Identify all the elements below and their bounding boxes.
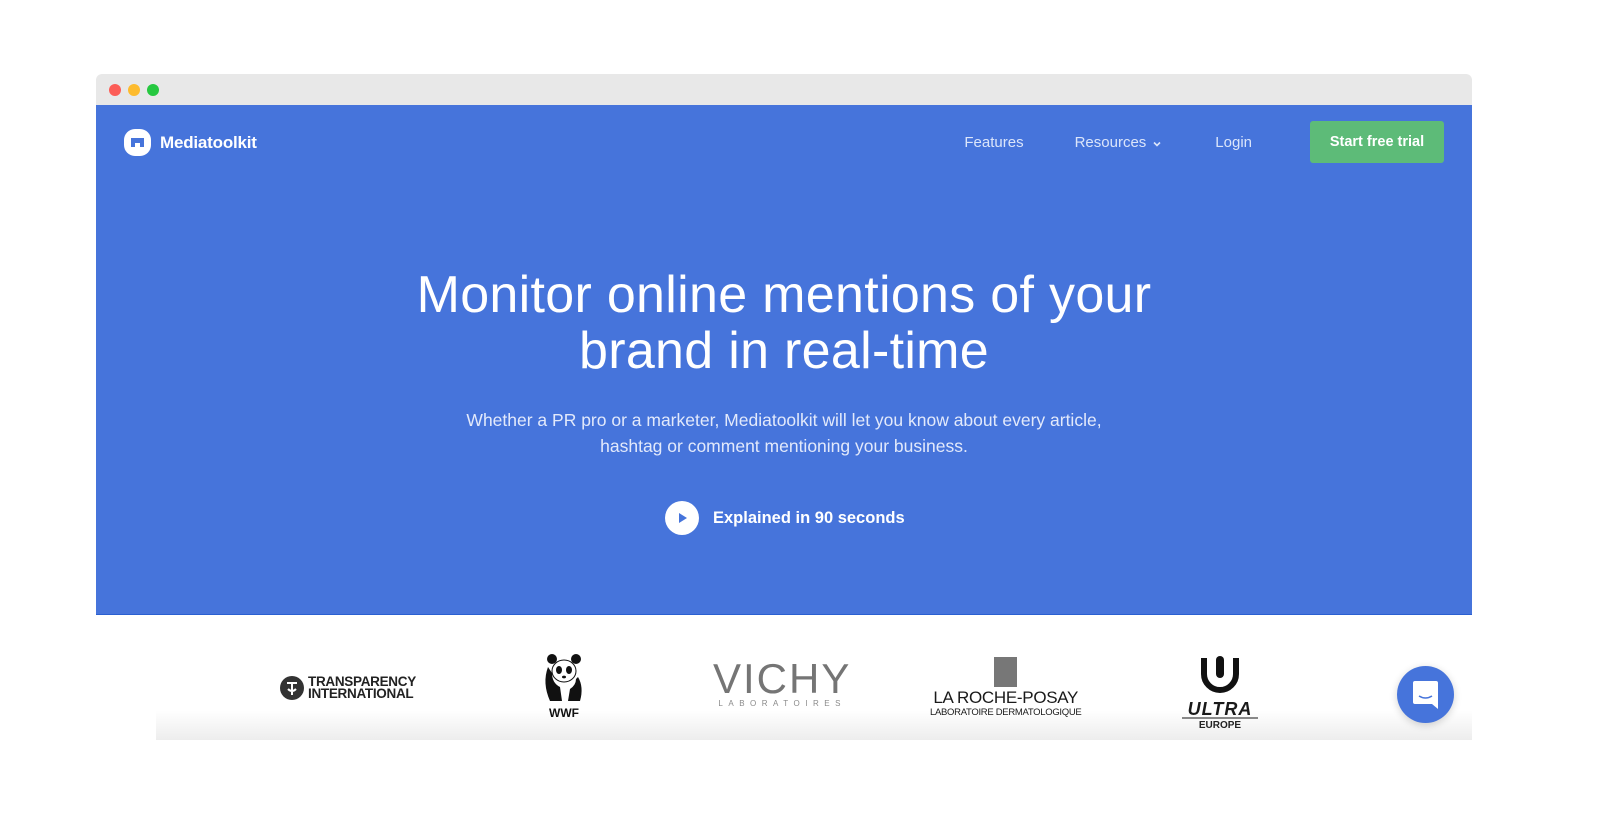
hero-headline-line1: Monitor online mentions of your — [416, 266, 1152, 324]
nav-features[interactable]: Features — [964, 134, 1023, 151]
lrp-wordmark: LA ROCHE-POSAY — [933, 688, 1079, 707]
chat-widget-button[interactable] — [1397, 666, 1454, 723]
maximize-window-button[interactable] — [147, 84, 159, 96]
transparency-globe-icon — [280, 676, 304, 700]
lrp-square-mark — [994, 657, 1018, 687]
explainer-video-link[interactable]: Explained in 90 seconds — [665, 501, 905, 535]
chevron-down-icon — [1153, 134, 1161, 151]
hero-headline-line2: brand in real-time — [578, 322, 990, 380]
logo-vichy: VICHY LABORATOIRES — [713, 655, 852, 709]
ultra-europe-label: EUROPE — [1198, 720, 1242, 731]
nav-resources[interactable]: Resources — [1075, 134, 1162, 151]
play-icon[interactable] — [665, 501, 699, 535]
ti-line2: INTERNATIONAL — [308, 686, 414, 701]
brand-name: Mediatoolkit — [160, 132, 257, 152]
logo-wwf: WWF — [541, 653, 587, 720]
nav-login[interactable]: Login — [1215, 134, 1252, 151]
hero-subtitle-line1: Whether a PR pro or a marketer, Mediatoo… — [466, 410, 1102, 430]
start-free-trial-button[interactable]: Start free trial — [1310, 121, 1444, 163]
minimize-window-button[interactable] — [128, 84, 140, 96]
hero-section: Mediatoolkit Features Resources Login St… — [96, 105, 1472, 615]
nav-resources-label: Resources — [1074, 133, 1147, 151]
logo-ultra-europe: ULTRA EUROPE — [1182, 654, 1258, 731]
client-logos-strip: TRANSPARENCY INTERNATIONAL WWF VICHY LAB… — [96, 615, 1472, 740]
hero-headline: Monitor online mentions of your brand in… — [96, 267, 1472, 379]
hero-subtitle-line2: hashtag or comment mentioning your busin… — [600, 436, 968, 456]
close-window-button[interactable] — [109, 84, 121, 96]
wwf-label: WWF — [549, 706, 579, 720]
hero-subtitle: Whether a PR pro or a marketer, Mediatoo… — [96, 407, 1472, 459]
strip-shadow — [156, 710, 1472, 740]
browser-window: Mediatoolkit Features Resources Login St… — [96, 74, 1472, 740]
lrp-tagline: LABORATOIRE DERMATOLOGIQUE — [930, 707, 1082, 718]
top-nav: Features Resources Login Start free tria… — [964, 121, 1444, 163]
window-titlebar — [96, 74, 1472, 105]
logo-transparency-international: TRANSPARENCY INTERNATIONAL — [279, 675, 416, 701]
vichy-tagline: LABORATOIRES — [718, 699, 846, 708]
brand-logo[interactable]: Mediatoolkit — [124, 129, 257, 156]
logo-la-roche-posay: LA ROCHE-POSAY LABORATOIRE DERMATOLOGIQU… — [930, 657, 1082, 718]
ultra-u-icon — [1201, 656, 1239, 693]
ultra-wordmark: ULTRA — [1182, 700, 1258, 719]
vichy-wordmark: VICHY — [713, 655, 852, 702]
explainer-video-label: Explained in 90 seconds — [713, 508, 905, 527]
mediatoolkit-logo-icon — [124, 129, 151, 156]
chat-bubble-icon — [1413, 681, 1438, 709]
panda-icon — [545, 654, 582, 701]
